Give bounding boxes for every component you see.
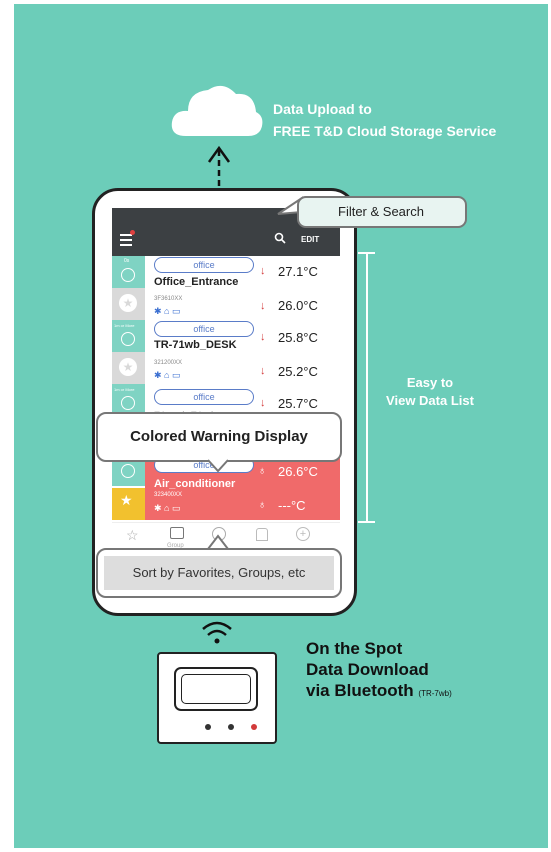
temperature-value: 26.6°C xyxy=(278,464,318,479)
star-icon[interactable]: ★ xyxy=(119,358,137,376)
list-item[interactable]: ★ 321200XX ✱ ⌂ ▭ ↓ 25.2°C xyxy=(112,352,340,384)
bracket-bottom xyxy=(358,521,375,523)
trend-down-icon: ↓ xyxy=(260,331,266,343)
logger-led-red xyxy=(251,724,257,730)
cloud-icon xyxy=(171,85,263,136)
sort-callout: Sort by Favorites, Groups, etc xyxy=(96,548,342,598)
star-icon[interactable]: ★ xyxy=(119,294,137,312)
edit-button[interactable]: EDIT xyxy=(301,235,319,244)
sort-callout-text: Sort by Favorites, Groups, etc xyxy=(104,556,334,590)
easy-view-label: Easy to View Data List xyxy=(380,374,480,410)
status-label: 1m or More xyxy=(114,387,135,392)
temperature-value: 26.0°C xyxy=(278,298,318,313)
notification-dot xyxy=(130,230,135,235)
serial-number: 3F3610XX xyxy=(154,296,183,302)
bluetooth-lock-battery-icons: ✱ ⌂ ▭ xyxy=(154,503,181,513)
group-icon[interactable] xyxy=(170,527,184,539)
logger-led xyxy=(228,724,234,730)
cloud-line2: FREE T&D Cloud Storage Service xyxy=(273,123,497,139)
favorites-star-icon[interactable]: ☆ xyxy=(126,527,139,544)
clock-icon xyxy=(121,396,135,410)
status-tile: ★ xyxy=(112,352,145,384)
bt-line3: via Bluetooth xyxy=(306,681,414,700)
add-icon[interactable]: + xyxy=(296,527,310,541)
list-item-warning[interactable]: ★ 323400XX ✱ ⌂ ▭ ♁ ---°C xyxy=(112,488,340,520)
clock-icon xyxy=(121,332,135,346)
cloud-line1: Data Upload to xyxy=(273,101,372,117)
thermometer-icon: ♁ xyxy=(258,465,267,477)
group-tag[interactable]: office xyxy=(154,257,254,273)
list-item[interactable]: ★ 3F3610XX ✱ ⌂ ▭ ↓ 26.0°C xyxy=(112,288,340,320)
bluetooth-lock-battery-icons: ✱ ⌂ ▭ xyxy=(154,370,181,380)
logger-led xyxy=(205,724,211,730)
status-tile: ★ xyxy=(112,288,145,320)
warning-callout-pointer xyxy=(207,459,229,473)
logger-display xyxy=(174,667,258,711)
bluetooth-lock-battery-icons: ✱ ⌂ ▭ xyxy=(154,306,181,316)
trend-down-icon: ↓ xyxy=(260,397,266,409)
serial-number: 323400XX xyxy=(154,492,183,498)
device-name: Office_Entrance xyxy=(154,276,239,288)
list-item[interactable]: 0s office Office_Entrance ↓ 27.1°C xyxy=(112,256,340,288)
status-label: 1m or More xyxy=(114,323,135,328)
bt-line1: On the Spot xyxy=(306,639,403,658)
warning-callout: Colored Warning Display xyxy=(96,412,342,462)
serial-number: 321200XX xyxy=(154,360,183,366)
clock-icon xyxy=(121,268,135,282)
data-logger-device xyxy=(157,652,277,744)
device-name: TR-71wb_DESK xyxy=(154,339,237,351)
trend-down-icon: ↓ xyxy=(260,300,266,312)
search-icon[interactable] xyxy=(274,232,286,244)
status-tile: 0s xyxy=(112,256,145,288)
easy-view-line1: Easy to xyxy=(406,375,454,390)
warning-callout-text: Colored Warning Display xyxy=(130,428,308,445)
temperature-value: 25.2°C xyxy=(278,364,318,379)
trend-down-icon: ↓ xyxy=(260,365,266,377)
data-list-bracket xyxy=(366,252,368,522)
temperature-value: 25.7°C xyxy=(278,396,318,411)
alarm-bell-icon[interactable] xyxy=(256,528,268,541)
star-icon[interactable]: ★ xyxy=(120,492,133,509)
upload-arrow-icon xyxy=(207,145,231,190)
temperature-value: ---°C xyxy=(278,498,306,513)
bracket-top xyxy=(358,252,375,254)
thermometer-icon: ♁ xyxy=(258,499,267,511)
group-tag[interactable]: office xyxy=(154,321,254,337)
app-screen: EDIT 0s office Office_Entrance ↓ 27.1°C … xyxy=(112,208,340,552)
filter-callout-text: Filter & Search xyxy=(338,204,424,219)
menu-icon[interactable] xyxy=(120,234,132,246)
filter-search-callout: Filter & Search xyxy=(297,196,467,228)
wireless-signal-icon xyxy=(202,621,232,644)
easy-view-line2: View Data List xyxy=(386,393,474,408)
cloud-upload-text: Data Upload to FREE T&D Cloud Storage Se… xyxy=(273,98,496,142)
bt-line2: Data Download xyxy=(306,660,429,679)
bt-model: (TR-7wb) xyxy=(418,689,452,698)
temperature-value: 27.1°C xyxy=(278,264,318,279)
bluetooth-download-text: On the Spot Data Download via Bluetooth … xyxy=(306,638,452,704)
status-label: 0s xyxy=(124,258,130,264)
clock-icon xyxy=(121,464,135,478)
list-item[interactable]: 1m or More office TR-71wb_DESK ↓ 25.8°C xyxy=(112,320,340,352)
trend-down-icon: ↓ xyxy=(260,265,266,277)
status-tile: ★ xyxy=(112,488,145,520)
status-tile: 1m or More xyxy=(112,320,145,352)
group-tag[interactable]: office xyxy=(154,389,254,405)
temperature-value: 25.8°C xyxy=(278,330,318,345)
